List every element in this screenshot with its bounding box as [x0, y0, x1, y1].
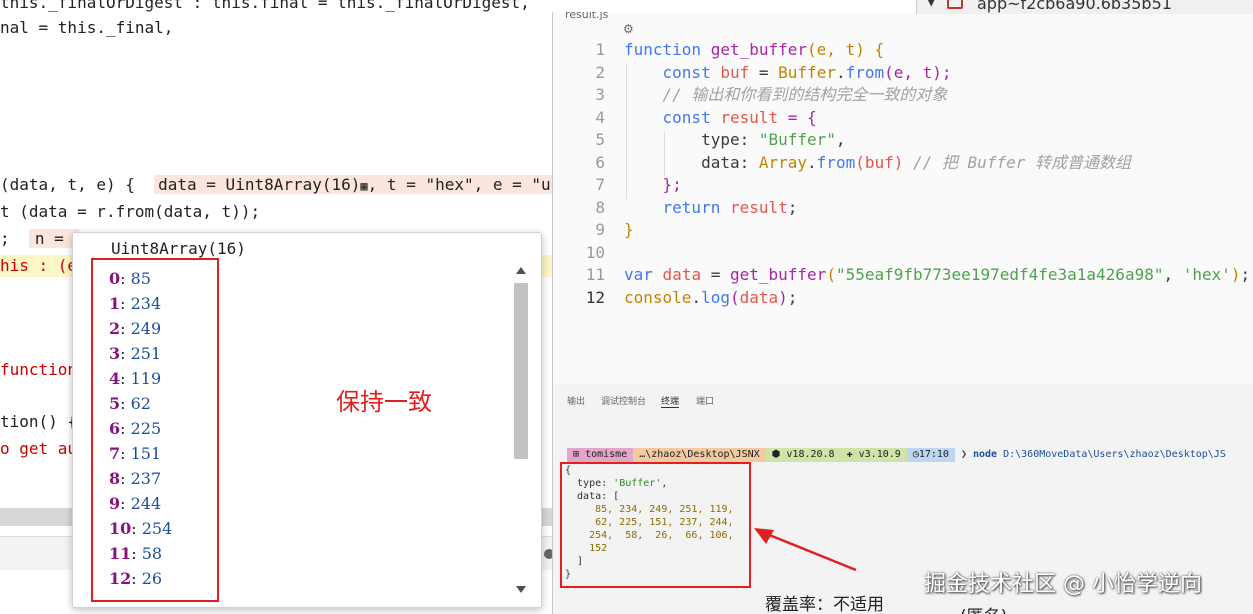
arrow-shaft — [761, 530, 857, 572]
breadcrumb[interactable]: result.js — [565, 12, 608, 21]
tree-item-label[interactable]: app~f2cb6a90.6b35b51 — [977, 0, 1172, 13]
status-dot-icon — [544, 549, 552, 559]
source-text: nal = this._final, — [0, 18, 174, 37]
source-line-3: (data, t, e) { data = Uint8Array(16)▦, t… — [0, 174, 552, 196]
line-number: 11 — [585, 265, 605, 284]
line-number: 9 — [595, 220, 605, 239]
line-number: 3 — [595, 85, 605, 104]
popup-title: Uint8Array(16) — [111, 239, 246, 258]
chevron-down-icon[interactable]: ▼ — [927, 0, 935, 10]
file-js-icon — [947, 0, 963, 9]
windows-icon: ⊞ — [573, 449, 580, 460]
scroll-up-icon[interactable] — [516, 267, 526, 274]
popup-scrollbar[interactable] — [511, 265, 531, 595]
top-right-tree-strip: ▼ app~f2cb6a90.6b35b51 — [916, 0, 1253, 14]
tab-output[interactable]: 输出 — [567, 394, 585, 407]
source-text: his : (e — [0, 256, 78, 275]
code-line-5: type: "Buffer", — [701, 130, 846, 149]
prompt-node-segment: ⬢ v18.20.8 — [765, 448, 841, 462]
line-number: 2 — [595, 62, 605, 82]
scroll-thumb[interactable] — [514, 283, 528, 459]
source-text: tion() { — [0, 412, 78, 431]
source-text: function — [0, 360, 78, 379]
tab-ports[interactable]: 端口 — [696, 394, 714, 407]
code-line-3: // 输出和你看到的结构完全一致的对象 — [662, 85, 948, 104]
source-text: (data, t, e) { — [0, 175, 135, 194]
coverage-label: 覆盖率：不适用 — [765, 595, 884, 614]
source-line-1: this._finalOrDigest : this.final = this.… — [0, 0, 530, 14]
source-text: t (data = r.from(data, t)); — [0, 202, 261, 221]
code-line-9: } — [624, 220, 634, 239]
line-number: 1 — [595, 40, 605, 59]
code-editor[interactable]: result.js ⚙ 1 2 3 4 5 6 7 8 9 10 11 12 function get… — [552, 12, 1253, 384]
line-number: 5 — [595, 130, 605, 149]
source-text: this._finalOrDigest : this.final = this.… — [0, 0, 530, 12]
tab-terminal[interactable]: 终端 — [661, 394, 680, 408]
tab-debug-console[interactable]: 调试控制台 — [601, 394, 646, 407]
code-line-1: function get_buffer(e, t) { — [624, 40, 885, 59]
code-line-8: return result; — [662, 197, 798, 217]
source-line-8: tion() { — [0, 411, 77, 433]
node-icon: ⬢ — [771, 449, 781, 460]
prompt-python-segment: ✚ v3.10.9 — [840, 448, 907, 462]
prompt-path-segment: …\zhaoz\Desktop\JSNX — [633, 448, 766, 462]
scroll-down-icon[interactable] — [516, 586, 526, 593]
code-line-2: const buf = Buffer.from(e, t); — [662, 62, 952, 82]
terminal-prompt: ⊞ tomisme …\zhaoz\Desktop\JSNX ⬢ v18.20.8 ✚… — [567, 448, 1226, 462]
line-number: 7 — [595, 175, 605, 194]
prompt-chevron-icon: ❯ — [960, 449, 967, 460]
line-number: 8 — [595, 197, 605, 217]
code-line-6: data: Array.from(buf) // 把 Buffer 转成普通数组 — [701, 152, 1131, 172]
prompt-time-segment: ◷17:10 — [906, 448, 955, 462]
annotation-arrow — [754, 528, 857, 572]
annotation-text: 保持一致 — [336, 388, 432, 416]
source-line-5: ; n = — [0, 228, 80, 250]
source-line-2: nal = this._final, — [0, 17, 173, 39]
code-line-7: }; — [662, 175, 682, 194]
annotation-box-popup — [91, 258, 219, 602]
line-number: 6 — [595, 152, 605, 172]
watermark: 掘金技术社区 @ 小怡学逆向 — [924, 572, 1202, 597]
code-line-4: const result = { — [662, 107, 817, 127]
line-number: 4 — [595, 107, 605, 127]
python-icon: ✚ — [846, 449, 853, 460]
code-line-11: var data = get_buffer("55eaf9fb773ee197e… — [624, 265, 1251, 284]
annotation-box-terminal — [560, 462, 751, 588]
line-number: 10 — [585, 242, 605, 262]
breadcrumb-symbol-icon[interactable]: ⚙ — [623, 22, 634, 36]
prompt-user-segment: ⊞ tomisme — [567, 448, 634, 462]
source-line-4: t (data = r.from(data, t)); — [0, 201, 260, 223]
source-line-7: function — [0, 359, 77, 381]
anonymous-label: (匿名) — [960, 602, 1007, 614]
code-line-12: console.log(data); — [624, 287, 798, 307]
source-text: ; — [0, 229, 10, 248]
inline-value-hint: data = Uint8Array(16)▦, t = "hex", e = "… — [154, 175, 552, 194]
line-number: 12 — [585, 287, 605, 307]
